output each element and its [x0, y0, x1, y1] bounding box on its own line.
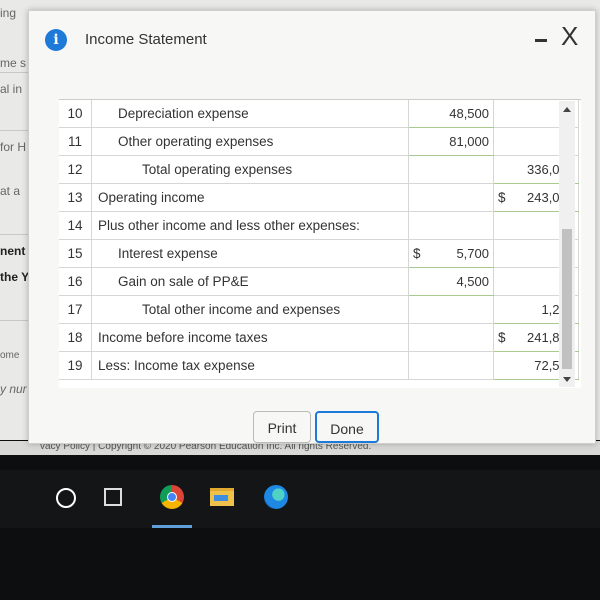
row-number: 16 [59, 267, 92, 296]
table-row: 15 Interest expense $5,700 [59, 239, 579, 268]
start-icon[interactable] [56, 488, 76, 508]
table-row: 18 Income before income taxes $241,800 [59, 323, 579, 352]
row-number: 13 [59, 183, 92, 212]
table-row: 12 Total operating expenses 336,000 [59, 155, 579, 184]
close-button[interactable]: X [561, 19, 578, 53]
bg-fragment: y nur [0, 382, 27, 396]
amount-cell-col1[interactable] [408, 211, 494, 240]
row-number: 11 [59, 127, 92, 156]
row-label: Operating income [91, 183, 409, 212]
amount-cell-col1[interactable] [408, 351, 494, 380]
row-label: Less: Income tax expense [91, 351, 409, 380]
table-row: 17 Total other income and expenses 1,200 [59, 295, 579, 324]
amount-cell-col1[interactable]: 81,000 [408, 127, 494, 156]
print-button[interactable]: Print [253, 411, 311, 443]
row-label: Total other income and expenses [91, 295, 409, 324]
dollar-sign: $ [498, 330, 506, 345]
amount-cell-col1[interactable]: $5,700 [408, 239, 494, 268]
row-number: 19 [59, 351, 92, 380]
table-row: 11 Other operating expenses 81,000 [59, 127, 579, 156]
minimize-icon [535, 39, 547, 42]
info-icon: i [45, 29, 67, 51]
bg-fragment: ome [0, 350, 20, 361]
bg-fragment: ing [0, 6, 17, 20]
row-label: Other operating expenses [91, 127, 409, 156]
bg-divider [0, 234, 28, 235]
amount-cell-col1[interactable]: 48,500 [408, 100, 494, 128]
done-button[interactable]: Done [315, 411, 379, 443]
table-row: 14 Plus other income and less other expen… [59, 211, 579, 240]
row-number: 10 [59, 100, 92, 128]
dollar-sign: $ [498, 190, 506, 205]
row-label: Plus other income and less other expense… [91, 211, 409, 240]
row-number: 17 [59, 295, 92, 324]
amount-value: 4,500 [456, 274, 489, 289]
chrome-icon[interactable] [160, 485, 184, 509]
task-view-icon[interactable] [104, 488, 122, 506]
bg-fragment: nent [0, 244, 26, 258]
table-row: 13 Operating income $243,000 [59, 183, 579, 212]
table-row: 16 Gain on sale of PP&E 4,500 [59, 267, 579, 296]
amount-cell-col1[interactable]: 4,500 [408, 267, 494, 296]
bg-fragment: al in [0, 82, 23, 96]
amount-value: 81,000 [449, 134, 489, 149]
amount-value: 5,700 [456, 246, 489, 261]
row-label: Income before income taxes [91, 323, 409, 352]
minimize-button[interactable] [529, 27, 553, 51]
edge-icon[interactable] [264, 485, 288, 509]
bg-fragment: for H [0, 140, 27, 154]
vertical-scrollbar[interactable] [559, 101, 575, 387]
amount-value: 48,500 [449, 106, 489, 121]
row-label: Total operating expenses [91, 155, 409, 184]
row-number: 12 [59, 155, 92, 184]
bg-fragment: me s [0, 56, 27, 70]
bg-fragment: at a [0, 184, 21, 198]
income-statement-table: 10 Depreciation expense 48,500 11 Other oper… [59, 99, 581, 388]
taskbar [0, 470, 600, 528]
amount-cell-col1[interactable] [408, 295, 494, 324]
bg-divider [0, 130, 28, 131]
scroll-down-icon[interactable] [563, 377, 571, 382]
bg-divider [0, 320, 28, 321]
row-number: 14 [59, 211, 92, 240]
dollar-sign: $ [413, 246, 421, 261]
row-label: Depreciation expense [91, 100, 409, 128]
amount-cell-col1[interactable] [408, 155, 494, 184]
dialog-title: Income Statement [85, 31, 207, 48]
file-explorer-icon[interactable] [210, 488, 234, 506]
amount-cell-col1[interactable] [408, 183, 494, 212]
row-label: Interest expense [91, 239, 409, 268]
row-number: 15 [59, 239, 92, 268]
row-label: Gain on sale of PP&E [91, 267, 409, 296]
income-statement-dialog: i Income Statement X 10 Depreciation expe… [28, 10, 596, 444]
scroll-up-icon[interactable] [563, 107, 571, 112]
scrollbar-thumb[interactable] [562, 229, 572, 369]
amount-cell-col1[interactable] [408, 323, 494, 352]
table-row: 10 Depreciation expense 48,500 [59, 100, 579, 128]
active-indicator [152, 525, 192, 528]
row-number: 18 [59, 323, 92, 352]
bg-divider [0, 72, 28, 73]
table-row: 19 Less: Income tax expense 72,540 [59, 351, 579, 380]
bg-fragment: the Y [0, 270, 30, 284]
